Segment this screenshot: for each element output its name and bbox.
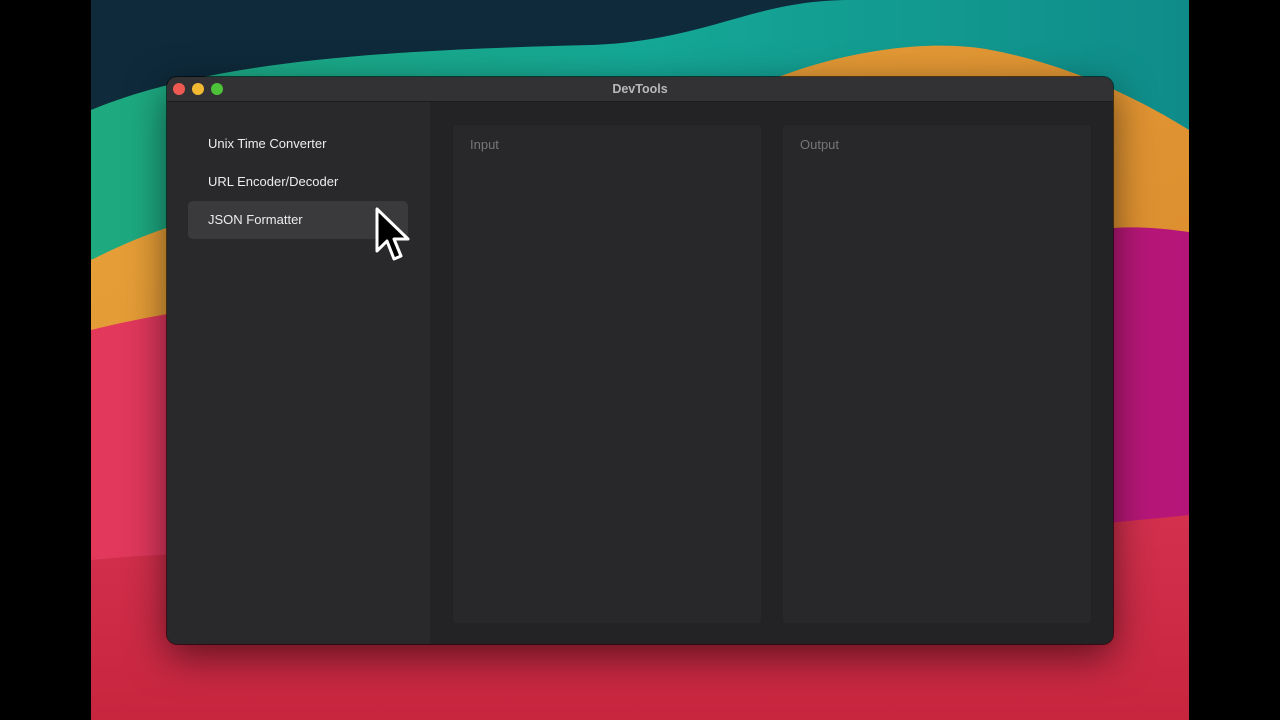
- sidebar-item-url-encoder-decoder[interactable]: URL Encoder/Decoder: [188, 163, 408, 201]
- screen: DevTools Unix Time Converter URL Encoder…: [0, 0, 1280, 720]
- title-bar[interactable]: DevTools: [167, 77, 1113, 102]
- sidebar-item-unix-time-converter[interactable]: Unix Time Converter: [188, 125, 408, 163]
- sidebar-item-label: JSON Formatter: [208, 212, 303, 227]
- output-placeholder: Output: [800, 137, 840, 152]
- sidebar-item-label: URL Encoder/Decoder: [208, 174, 339, 189]
- sidebar-item-label: Unix Time Converter: [208, 136, 327, 151]
- sidebar: Unix Time Converter URL Encoder/Decoder …: [167, 102, 430, 644]
- window-title: DevTools: [612, 82, 668, 96]
- input-textarea[interactable]: Input: [453, 125, 761, 623]
- mouse-pointer-icon: [375, 207, 413, 267]
- input-placeholder: Input: [470, 137, 499, 152]
- output-textarea[interactable]: Output: [783, 125, 1091, 623]
- main-content: Input Output: [430, 102, 1113, 644]
- app-window: DevTools Unix Time Converter URL Encoder…: [167, 77, 1113, 644]
